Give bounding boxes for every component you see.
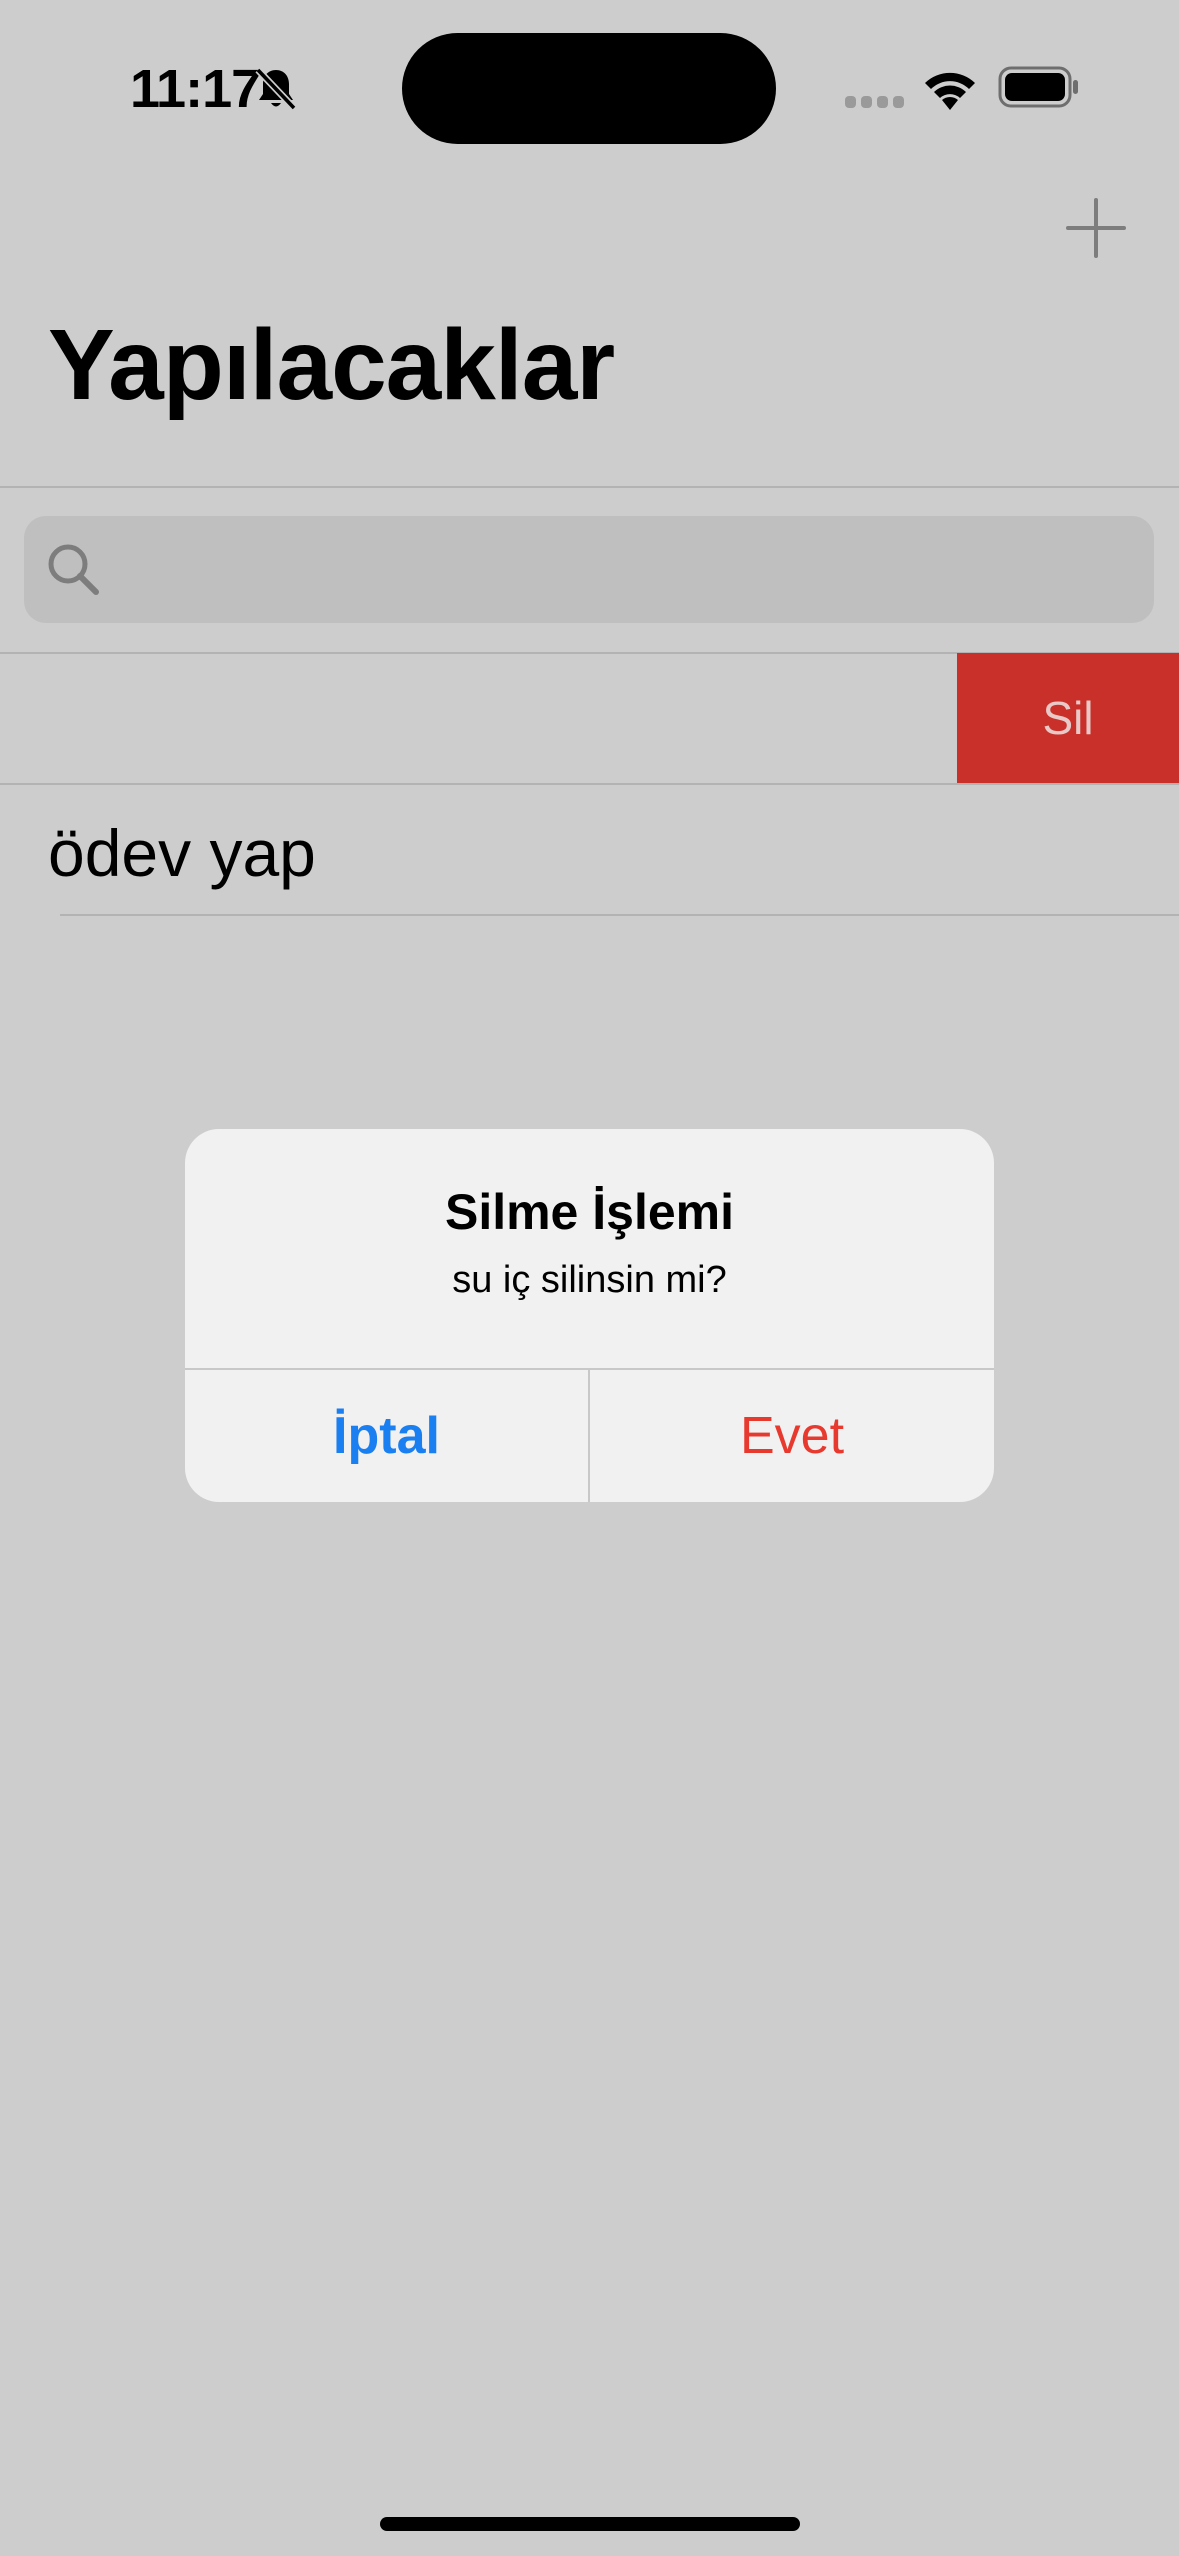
search-bar[interactable] (24, 516, 1154, 625)
status-time: 11:17 (130, 59, 261, 119)
bell-slash-icon (255, 67, 297, 111)
delete-alert-dialog: Silme İşlemi su iç silinsin mi? İptal Ev… (185, 1129, 994, 1502)
cellular-signal-icon (845, 96, 904, 108)
delete-swipe-button[interactable]: Sil (957, 653, 1179, 783)
status-bar: 11:17 (0, 0, 1179, 170)
add-button[interactable] (1064, 196, 1128, 260)
row-divider (60, 914, 1179, 916)
cancel-button[interactable]: İptal (185, 1370, 588, 1502)
search-input[interactable] (114, 516, 1138, 625)
home-indicator[interactable] (380, 2517, 800, 2531)
dynamic-island (402, 33, 776, 144)
battery-icon (998, 66, 1078, 108)
row-divider (0, 783, 1179, 785)
alert-message: su iç silinsin mi? (452, 1259, 727, 1301)
wifi-icon (925, 72, 975, 110)
search-icon (48, 544, 99, 595)
list-item[interactable]: ödev yap (48, 813, 316, 893)
confirm-button[interactable]: Evet (590, 1370, 994, 1502)
page-title: Yapılacaklar (48, 309, 615, 421)
alert-title: Silme İşlemi (444, 1184, 735, 1240)
header-divider (0, 486, 1179, 488)
